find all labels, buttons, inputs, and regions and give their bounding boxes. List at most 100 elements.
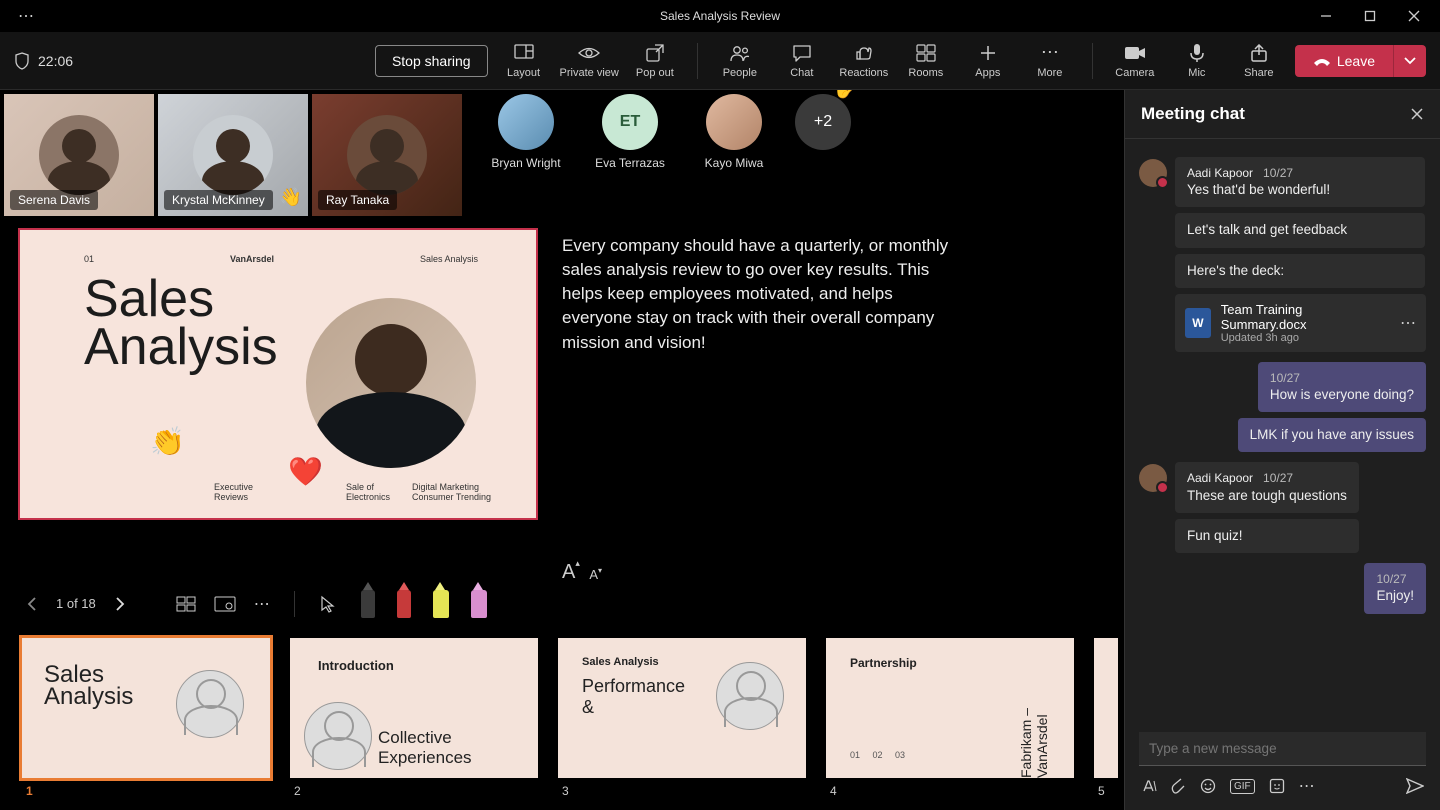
participants-strip: Serena Davis Krystal McKinney 👋 Ray Tana… (4, 90, 1124, 220)
attach-button[interactable] (1171, 778, 1186, 794)
more-button[interactable]: ⋯ More (1024, 43, 1076, 79)
chat-message[interactable]: Aadi Kapoor10/27 Yes that'd be wonderful… (1139, 157, 1426, 352)
reactions-icon (854, 43, 874, 63)
timer-text: 22:06 (38, 53, 73, 69)
send-button[interactable] (1406, 778, 1424, 794)
participant-name: Ray Tanaka (318, 190, 397, 210)
chat-button[interactable]: Chat (776, 43, 828, 79)
chat-input-field[interactable] (1139, 732, 1426, 766)
mic-button[interactable]: Mic (1171, 43, 1223, 79)
divider (1092, 43, 1093, 79)
app-menu-button[interactable]: ⋯ (8, 2, 44, 30)
participant-avatar[interactable]: Bryan Wright (476, 94, 576, 170)
emoji-button[interactable] (1200, 778, 1216, 794)
camera-icon (1124, 43, 1146, 63)
close-button[interactable] (1396, 2, 1432, 30)
slide-thumbnails: SalesAnalysis 1 Introduction Collective … (4, 624, 1124, 798)
minimize-button[interactable] (1308, 2, 1344, 30)
share-icon (1250, 43, 1268, 63)
slide-thumbnail[interactable] (1094, 638, 1118, 778)
shield-icon (14, 52, 30, 70)
pen-red-button[interactable] (397, 590, 411, 618)
cursor-tool-button[interactable] (319, 595, 335, 613)
chat-message-own[interactable]: 10/27 How is everyone doing? LMK if you … (1238, 362, 1426, 453)
slide-thumbnail[interactable]: Introduction Collective Experiences (290, 638, 538, 778)
participant-name: Krystal McKinney (164, 190, 273, 210)
video-tile[interactable]: Ray Tanaka (312, 94, 462, 216)
prev-slide-button[interactable] (26, 596, 38, 612)
slide-more-button[interactable]: ⋯ (254, 594, 270, 614)
file-attachment[interactable]: W Team Training Summary.docx Updated 3h … (1175, 294, 1426, 352)
thumb-number: 2 (290, 784, 538, 798)
cameo-button[interactable] (214, 596, 236, 612)
eye-icon (578, 43, 600, 63)
meeting-toolbar: 22:06 Stop sharing Layout Private view P… (0, 32, 1440, 90)
private-view-button[interactable]: Private view (560, 43, 619, 79)
more-count-pill: +2 ✋ (795, 94, 851, 150)
slide-position: 1 of 18 (56, 596, 96, 611)
hangup-icon (1313, 55, 1331, 67)
stop-sharing-button[interactable]: Stop sharing (375, 45, 488, 77)
more-participants[interactable]: +2 ✋ (788, 94, 858, 150)
window-titlebar: ⋯ Sales Analysis Review (0, 0, 1440, 32)
chevron-down-icon (1404, 57, 1416, 65)
text-decrease-button[interactable]: A▾ (589, 567, 598, 590)
people-button[interactable]: People (714, 43, 766, 79)
layout-button[interactable]: Layout (498, 43, 550, 79)
notes-text-size-controls: A▴ A▾ (562, 561, 962, 584)
presented-slide[interactable]: 01 VanArsdel Sales Analysis SalesAnalysi… (18, 228, 538, 520)
avatar (1139, 464, 1167, 492)
rooms-button[interactable]: Rooms (900, 43, 952, 79)
plus-icon (979, 43, 997, 63)
compose-more-button[interactable]: ⋯ (1299, 776, 1315, 796)
slide-thumbnail[interactable]: Partnership Fabrikam – VanArsdel 01 02 0… (826, 638, 1074, 778)
chat-message[interactable]: Aadi Kapoor10/27 These are tough questio… (1139, 462, 1426, 553)
leave-button[interactable]: Leave (1295, 45, 1393, 77)
highlighter-pink-button[interactable] (471, 590, 487, 618)
camera-button[interactable]: Camera (1109, 43, 1161, 79)
slide-title: SalesAnalysis (84, 276, 278, 372)
maximize-button[interactable] (1352, 2, 1388, 30)
thumb-number: 4 (826, 784, 1074, 798)
rooms-icon (916, 43, 936, 63)
video-tile[interactable]: Serena Davis (4, 94, 154, 216)
grid-view-button[interactable] (176, 596, 196, 612)
slide-thumbnail[interactable]: SalesAnalysis (22, 638, 270, 778)
window-title: Sales Analysis Review (660, 9, 780, 23)
participant-avatar[interactable]: ET Eva Terrazas (580, 94, 680, 170)
layout-icon (514, 43, 534, 63)
close-chat-button[interactable] (1410, 107, 1424, 121)
apps-button[interactable]: Apps (962, 43, 1014, 79)
presenter-controls: 1 of 18 ⋯ (4, 584, 1124, 624)
avatar-photo (498, 94, 554, 150)
next-slide-button[interactable] (114, 596, 126, 612)
word-file-icon: W (1185, 308, 1211, 338)
format-button[interactable] (1141, 778, 1157, 794)
heart-reaction-icon: ❤️ (288, 455, 323, 488)
chat-message-own[interactable]: 10/27 Enjoy! (1364, 563, 1426, 613)
participant-avatar[interactable]: Kayo Miwa (684, 94, 784, 170)
thumb-number: 1 (22, 784, 270, 798)
chat-panel: Meeting chat Aadi Kapoor10/27 Yes that'd… (1124, 90, 1440, 810)
avatar-initials: ET (602, 94, 658, 150)
slide-thumbnail[interactable]: Sales Analysis Performance& (558, 638, 806, 778)
file-more-button[interactable]: ⋯ (1400, 313, 1416, 333)
avatar (1139, 159, 1167, 187)
reactions-button[interactable]: Reactions (838, 43, 890, 79)
people-icon (729, 43, 751, 63)
chat-icon (792, 43, 812, 63)
pop-out-button[interactable]: Pop out (629, 43, 681, 79)
text-increase-button[interactable]: A▴ (562, 561, 575, 584)
pen-black-button[interactable] (361, 590, 375, 618)
pop-out-icon (646, 43, 664, 63)
leave-more-button[interactable] (1393, 45, 1426, 77)
participant-video (193, 115, 273, 195)
meeting-timer: 22:06 (14, 52, 73, 70)
gif-button[interactable]: GIF (1230, 779, 1255, 794)
video-tile[interactable]: Krystal McKinney 👋 (158, 94, 308, 216)
participant-name: Serena Davis (10, 190, 98, 210)
share-button[interactable]: Share (1233, 43, 1285, 79)
sticker-button[interactable] (1269, 778, 1285, 794)
highlighter-yellow-button[interactable] (433, 590, 449, 618)
clap-reaction-icon: 👏 (150, 425, 185, 458)
